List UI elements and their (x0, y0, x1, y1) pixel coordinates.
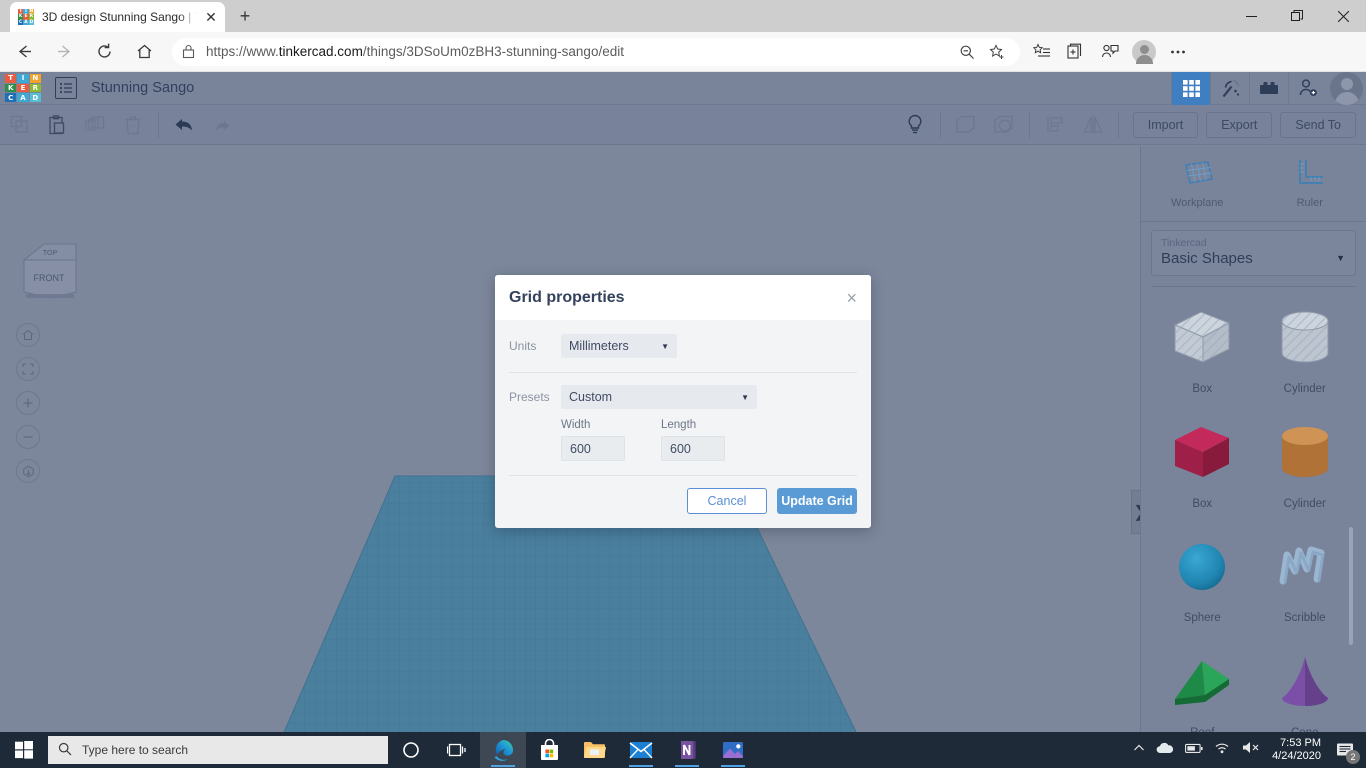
profile-feedback-icon[interactable] (1094, 36, 1126, 68)
browser-nav-bar: https://www.tinkercad.com/things/3DSoUm0… (0, 32, 1366, 72)
dialog-header: Grid properties × (495, 275, 871, 320)
maximize-restore-icon[interactable] (1274, 0, 1320, 32)
volume-muted-icon[interactable] (1242, 741, 1261, 759)
units-row: Units Millimeters ▼ (509, 334, 857, 372)
presets-select[interactable]: Custom ▼ (561, 385, 757, 409)
clock-date: 4/24/2020 (1272, 750, 1321, 762)
browser-tab-title: 3D design Stunning Sango | Tink (42, 10, 197, 24)
presets-value: Custom (569, 390, 613, 404)
close-icon[interactable]: ✕ (203, 9, 219, 25)
chevron-down-icon: ▼ (741, 392, 749, 402)
more-options-icon[interactable] (1162, 36, 1194, 68)
favorite-star-icon[interactable] (984, 39, 1010, 65)
microsoft-store-icon[interactable] (526, 732, 572, 768)
close-icon[interactable]: × (846, 289, 857, 307)
dialog-title: Grid properties (509, 288, 625, 306)
cortana-icon[interactable] (388, 732, 434, 768)
back-icon[interactable] (8, 36, 40, 68)
home-icon[interactable] (128, 36, 160, 68)
address-bar[interactable]: https://www.tinkercad.com/things/3DSoUm0… (172, 37, 1020, 66)
units-label: Units (509, 339, 537, 353)
dialog-footer: Cancel Update Grid (495, 476, 871, 528)
presets-label: Presets (509, 390, 550, 404)
zoom-out-icon[interactable] (954, 39, 980, 65)
grid-properties-dialog: Grid properties × Units Millimeters ▼ Pr… (495, 275, 871, 528)
search-input[interactable]: Type here to search (48, 736, 388, 764)
favorites-list-icon[interactable] (1026, 36, 1058, 68)
width-input[interactable]: 600 (561, 436, 625, 461)
close-window-icon[interactable] (1320, 0, 1366, 32)
length-label: Length (661, 419, 697, 431)
collections-icon[interactable] (1060, 36, 1092, 68)
chevron-down-icon: ▼ (661, 341, 669, 351)
notifications-icon[interactable]: 2 (1332, 737, 1360, 764)
system-tray: 7:53 PM 4/24/2020 2 (1133, 737, 1366, 764)
width-field-group: Width 600 (561, 419, 625, 461)
onenote-icon[interactable] (664, 732, 710, 768)
tinkercad-app: T I N K E R C A D Stunning Sango Import … (0, 71, 1366, 739)
mail-icon[interactable] (618, 732, 664, 768)
dimension-fields: Width 600 Length 600 (509, 409, 857, 461)
length-field-group: Length 600 (661, 419, 725, 461)
browser-tab-bar: T I N K E R C A D 3D design Stunning San… (0, 0, 1366, 32)
update-grid-button[interactable]: Update Grid (777, 488, 857, 514)
units-value: Millimeters (569, 339, 629, 353)
new-tab-button[interactable]: + (231, 3, 259, 31)
file-explorer-icon[interactable] (572, 732, 618, 768)
address-bar-actions (954, 39, 1010, 65)
account-avatar[interactable] (1128, 36, 1160, 68)
show-hidden-icons-chevron[interactable] (1133, 741, 1145, 759)
clock-time: 7:53 PM (1280, 737, 1321, 749)
favicon-letter: D (28, 19, 34, 25)
photos-icon[interactable] (710, 732, 756, 768)
search-placeholder: Type here to search (82, 743, 189, 757)
presets-row: Presets Custom ▼ (509, 373, 857, 409)
forward-icon (48, 36, 80, 68)
lock-icon (182, 44, 198, 60)
edge-icon[interactable] (480, 732, 526, 768)
windows-taskbar: Type here to search 7:53 PM 4/24/2020 2 (0, 732, 1366, 768)
cancel-button[interactable]: Cancel (687, 488, 767, 514)
onedrive-icon[interactable] (1156, 741, 1174, 759)
address-bar-url: https://www.tinkercad.com/things/3DSoUm0… (206, 44, 624, 59)
browser-tab[interactable]: T I N K E R C A D 3D design Stunning San… (10, 2, 225, 32)
dialog-body: Units Millimeters ▼ Presets Custom ▼ Wid… (495, 320, 871, 476)
wifi-icon[interactable] (1214, 741, 1231, 759)
browser-toolbar-actions (1026, 36, 1200, 68)
window-controls (1228, 0, 1366, 32)
search-icon (58, 742, 72, 759)
length-input[interactable]: 600 (661, 436, 725, 461)
minimize-icon[interactable] (1228, 0, 1274, 32)
start-button[interactable] (0, 732, 48, 768)
reload-icon[interactable] (88, 36, 120, 68)
battery-icon[interactable] (1185, 741, 1203, 759)
clock[interactable]: 7:53 PM 4/24/2020 (1272, 737, 1321, 763)
notification-count: 2 (1346, 750, 1360, 764)
tinkercad-favicon-icon: T I N K E R C A D (18, 9, 34, 25)
task-view-icon[interactable] (434, 732, 480, 768)
width-label: Width (561, 419, 591, 431)
units-select[interactable]: Millimeters ▼ (561, 334, 677, 358)
